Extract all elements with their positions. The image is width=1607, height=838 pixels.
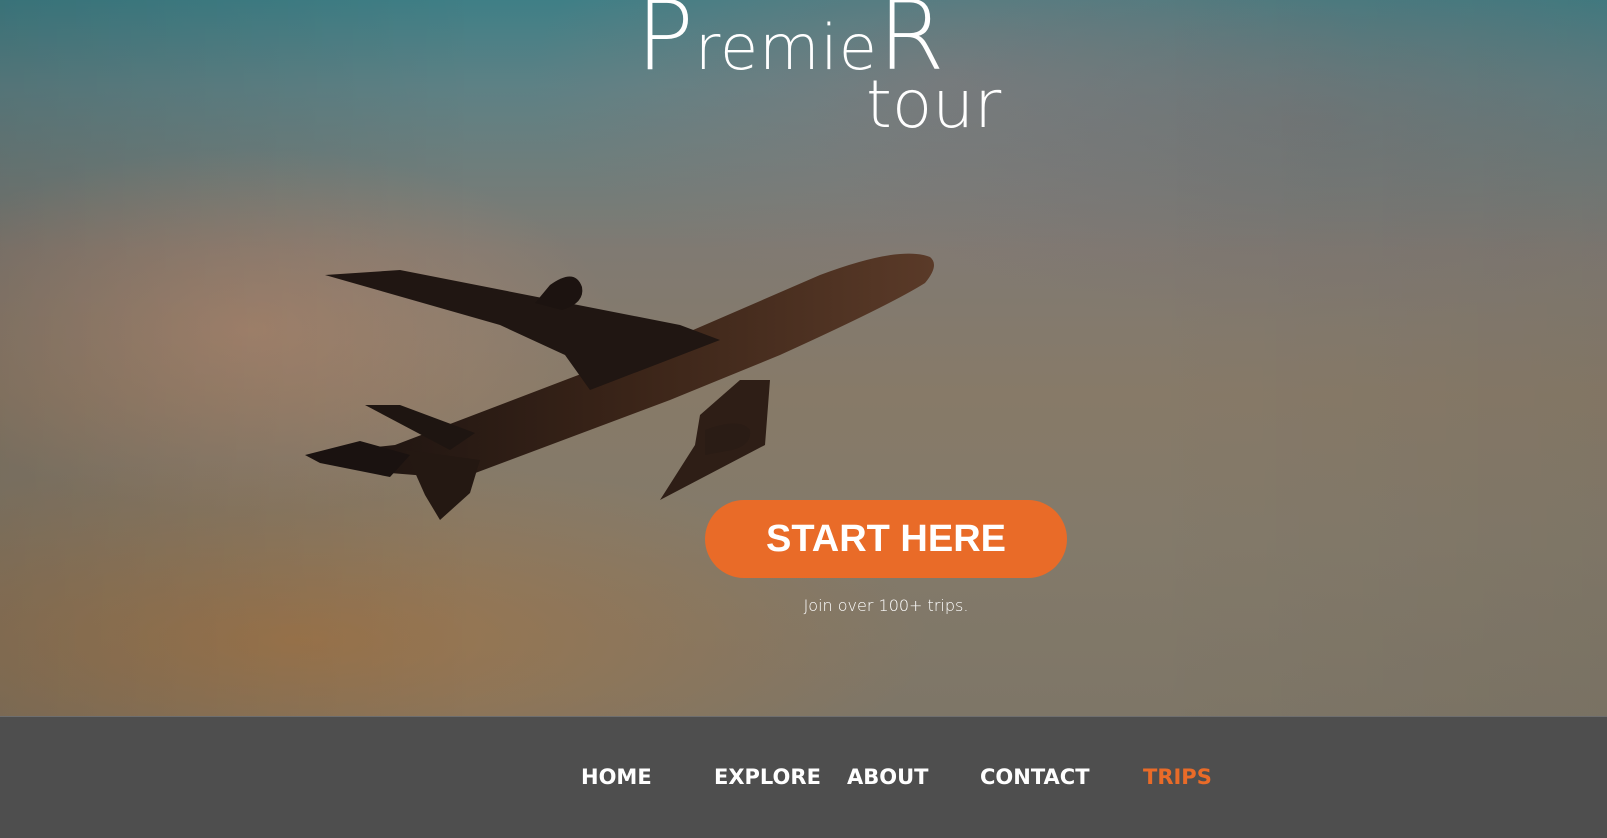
start-here-button[interactable]: START HERE xyxy=(705,500,1067,578)
main-navbar: HOME EXPLORE ABOUT CONTACT TRIPS xyxy=(0,716,1607,838)
hero-tagline: Join over 100+ trips. xyxy=(803,596,969,615)
hero-section: PremieR tour START HERE Join over 100+ t… xyxy=(0,0,1607,716)
brand-subtitle: tour xyxy=(866,66,1002,143)
nav-item-about[interactable]: ABOUT xyxy=(847,765,929,789)
airplane-image xyxy=(305,253,934,520)
nav-item-explore[interactable]: EXPLORE xyxy=(714,765,821,789)
nav-item-contact[interactable]: CONTACT xyxy=(980,765,1090,789)
nav-item-trips[interactable]: TRIPS xyxy=(1143,765,1212,789)
nav-item-home[interactable]: HOME xyxy=(581,765,652,789)
brand-logo[interactable]: PremieR tour xyxy=(636,0,1016,138)
